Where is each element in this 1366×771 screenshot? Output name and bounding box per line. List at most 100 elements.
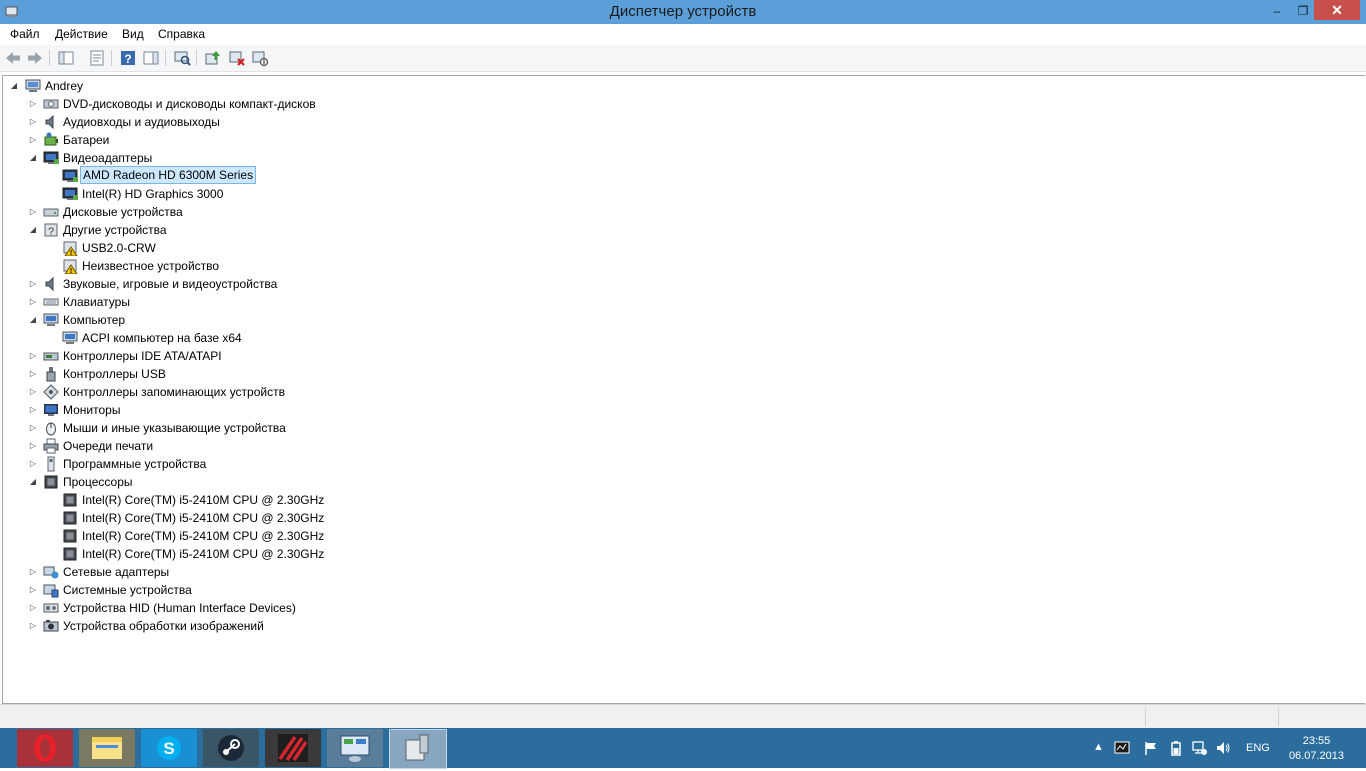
steam-icon <box>218 735 244 761</box>
menu-action[interactable]: Действие <box>55 27 108 41</box>
processor-icon <box>63 511 77 525</box>
menu-view[interactable]: Вид <box>122 27 144 41</box>
close-button[interactable]: ✕ <box>1314 0 1360 20</box>
tree-category[interactable]: ▷ Сетевые адаптеры <box>3 563 603 581</box>
tree-category[interactable]: ▷ Звуковые, игровые и видеоустройства <box>3 275 603 293</box>
processor-icon <box>44 475 58 489</box>
expand-toggle-icon[interactable]: ▷ <box>28 437 38 455</box>
opera-icon <box>34 734 56 762</box>
tree-device[interactable]: Intel(R) Core(TM) i5-2410M CPU @ 2.30GHz <box>3 491 603 509</box>
svg-text:!: ! <box>70 268 72 274</box>
taskbar-control-panel[interactable] <box>327 729 383 767</box>
expand-toggle-icon[interactable]: ▷ <box>28 563 38 581</box>
clock[interactable]: 23:55 06.07.2013 <box>1289 734 1344 764</box>
tree-category[interactable]: ◢? Другие устройства <box>3 221 603 239</box>
tree-category[interactable]: ▷ Батареи <box>3 131 603 149</box>
imaging-device-icon <box>43 620 59 632</box>
tree-category[interactable]: ◢ Процессоры <box>3 473 603 491</box>
tree-root-label: Andrey <box>45 79 84 93</box>
expand-toggle-icon[interactable]: ▷ <box>28 113 38 131</box>
tree-item-label: Аудиовходы и аудиовыходы <box>63 115 220 129</box>
tree-device[interactable]: Intel(R) Core(TM) i5-2410M CPU @ 2.30GHz <box>3 545 603 563</box>
expand-toggle-icon[interactable]: ▷ <box>28 347 38 365</box>
tree-category[interactable]: ▷ DVD-дисководы и дисководы компакт-диско… <box>3 95 603 113</box>
expand-toggle-icon[interactable]: ▷ <box>28 599 38 617</box>
tree-category[interactable]: ▷ Мыши и иные указывающие устройства <box>3 419 603 437</box>
expand-toggle-icon[interactable]: ▷ <box>28 401 38 419</box>
minimize-button[interactable]: ‒ <box>1264 0 1290 22</box>
tree-category[interactable]: ◢ Видеоадаптеры <box>3 149 603 167</box>
tree-root[interactable]: ◢ Andrey <box>3 77 403 95</box>
expand-toggle-icon[interactable]: ▷ <box>28 419 38 437</box>
taskbar-explorer[interactable] <box>79 729 135 767</box>
tree-device[interactable]: AMD Radeon HD 6300M Series <box>3 166 603 185</box>
speaker-icon <box>45 114 54 130</box>
power-icon[interactable] <box>1168 740 1184 756</box>
tree-category[interactable]: ▷ Контроллеры USB <box>3 365 603 383</box>
tree-category[interactable]: ▷ Аудиовходы и аудиовыходы <box>3 113 603 131</box>
collapse-toggle-icon[interactable]: ◢ <box>28 473 38 491</box>
expand-toggle-icon[interactable]: ▷ <box>28 95 38 113</box>
expand-toggle-icon[interactable]: ◢ <box>9 77 19 95</box>
show-hidden-icons-icon[interactable]: ▲ <box>1093 741 1104 753</box>
uninstall-device-icon[interactable] <box>228 49 246 67</box>
action-center-flag-icon[interactable] <box>1143 740 1159 756</box>
volume-icon[interactable] <box>1215 740 1231 756</box>
tray-app-icon[interactable] <box>1114 740 1130 756</box>
tree-item-label: Батареи <box>63 133 110 147</box>
expand-toggle-icon[interactable]: ▷ <box>28 581 38 599</box>
update-driver-icon[interactable] <box>204 49 222 67</box>
taskbar-opera[interactable] <box>17 729 73 767</box>
tree-device[interactable]: ACPI компьютер на базе x64 <box>3 329 603 347</box>
tree-device[interactable]: ! Неизвестное устройство <box>3 257 603 275</box>
expand-toggle-icon[interactable]: ▷ <box>28 131 38 149</box>
tree-category[interactable]: ▷ Устройства HID (Human Interface Devices… <box>3 599 603 617</box>
tree-category[interactable]: ▷ Контроллеры запоминающих устройств <box>3 383 603 401</box>
keyboard-icon <box>43 298 59 306</box>
taskbar: S ▲ ENG 23:55 06.07.2013 <box>0 728 1366 769</box>
scan-hardware-icon[interactable] <box>173 49 191 67</box>
tree-category[interactable]: ▷ Очереди печати <box>3 437 603 455</box>
printer-icon <box>43 438 59 454</box>
input-language[interactable]: ENG <box>1246 742 1270 754</box>
action-pane-icon[interactable] <box>142 49 160 67</box>
taskbar-game[interactable] <box>265 729 321 767</box>
processor-icon <box>63 493 77 507</box>
expand-toggle-icon[interactable]: ▷ <box>28 293 38 311</box>
taskbar-device-manager[interactable] <box>389 729 447 769</box>
network-icon[interactable] <box>1192 740 1208 756</box>
console-tree-icon[interactable] <box>57 49 75 67</box>
menu-file[interactable]: Файл <box>10 27 40 41</box>
tree-category[interactable]: ▷ Мониторы <box>3 401 603 419</box>
maximize-button[interactable]: ❐ <box>1290 0 1316 22</box>
tree-category[interactable]: ▷ Клавиатуры <box>3 293 603 311</box>
tree-category[interactable]: ▷ Контроллеры IDE ATA/ATAPI <box>3 347 603 365</box>
collapse-toggle-icon[interactable]: ◢ <box>28 221 38 239</box>
expand-toggle-icon[interactable]: ▷ <box>28 383 38 401</box>
expand-toggle-icon[interactable]: ▷ <box>28 455 38 473</box>
forward-icon[interactable] <box>26 49 44 67</box>
expand-toggle-icon[interactable]: ▷ <box>28 275 38 293</box>
tree-device[interactable]: Intel(R) Core(TM) i5-2410M CPU @ 2.30GHz <box>3 509 603 527</box>
help-icon[interactable]: ? <box>119 49 137 67</box>
tree-category[interactable]: ▷ Программные устройства <box>3 455 603 473</box>
disable-device-icon[interactable] <box>251 49 269 67</box>
taskbar-steam[interactable] <box>203 729 259 767</box>
tree-category[interactable]: ◢ Компьютер <box>3 311 603 329</box>
properties-icon[interactable] <box>88 49 106 67</box>
collapse-toggle-icon[interactable]: ◢ <box>28 149 38 167</box>
tree-category[interactable]: ▷ Системные устройства <box>3 581 603 599</box>
tree-device[interactable]: Intel(R) Core(TM) i5-2410M CPU @ 2.30GHz <box>3 527 603 545</box>
taskbar-skype[interactable]: S <box>141 729 197 767</box>
menu-help[interactable]: Справка <box>158 27 205 41</box>
tree-device[interactable]: ! USB2.0-CRW <box>3 239 603 257</box>
tree-category[interactable]: ▷ Дисковые устройства <box>3 203 603 221</box>
tree-device[interactable]: Intel(R) HD Graphics 3000 <box>3 185 603 203</box>
tree-category[interactable]: ▷ Устройства обработки изображений <box>3 617 603 635</box>
expand-toggle-icon[interactable]: ▷ <box>28 203 38 221</box>
unknown-device-icon: ? <box>44 223 58 238</box>
expand-toggle-icon[interactable]: ▷ <box>28 617 38 635</box>
back-icon[interactable] <box>4 49 22 67</box>
expand-toggle-icon[interactable]: ▷ <box>28 365 38 383</box>
collapse-toggle-icon[interactable]: ◢ <box>28 311 38 329</box>
